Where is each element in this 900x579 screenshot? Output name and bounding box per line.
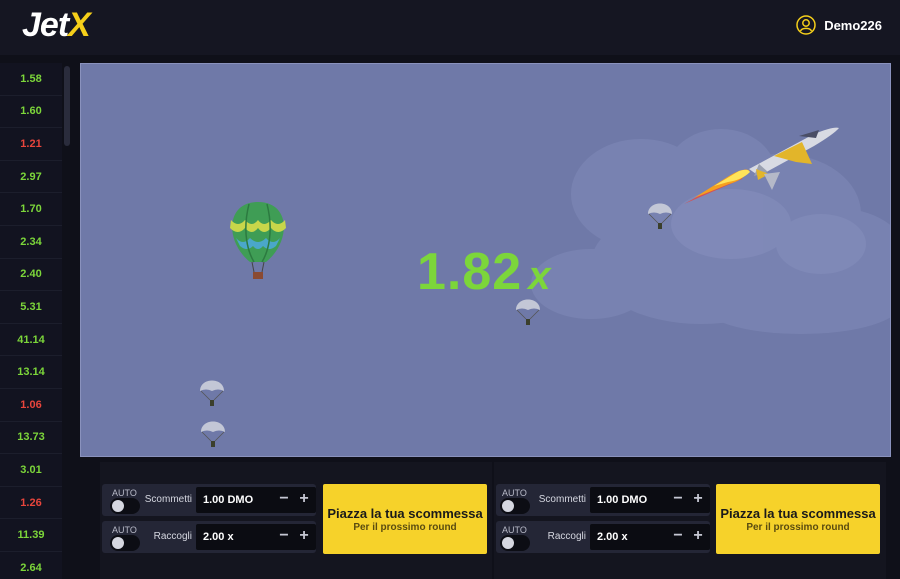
multiplier-value: 1.82 bbox=[417, 243, 523, 301]
parachute-icon bbox=[516, 299, 540, 325]
cashout-value: 2.00 x bbox=[203, 531, 234, 543]
place-bet-button[interactable]: Piazza la tua scommessa Per il prossimo … bbox=[716, 484, 880, 554]
bet-amount-value: 1.00 DMO bbox=[597, 494, 648, 506]
place-bet-label: Piazza la tua scommessa bbox=[327, 506, 483, 521]
history-item: 13.14 bbox=[0, 356, 62, 389]
auto-bet-label: AUTO bbox=[502, 488, 527, 498]
cashout-input[interactable]: 2.00 x − + bbox=[196, 524, 316, 550]
place-bet-button[interactable]: Piazza la tua scommessa Per il prossimo … bbox=[323, 484, 487, 554]
toggle-knob bbox=[112, 500, 124, 512]
logo-accent: X bbox=[68, 6, 91, 44]
game-stage: 1.82 x bbox=[80, 63, 891, 457]
history-item: 13.73 bbox=[0, 421, 62, 455]
bet-decrease-button[interactable]: − bbox=[670, 491, 686, 507]
cashout-increase-button[interactable]: + bbox=[690, 528, 706, 544]
bet-amount-value: 1.00 DMO bbox=[203, 494, 254, 506]
history-item: 1.21 bbox=[0, 128, 62, 161]
bet-increase-button[interactable]: + bbox=[296, 491, 312, 507]
header: JetX Demo226 bbox=[0, 0, 900, 55]
current-multiplier: 1.82 x bbox=[417, 242, 551, 302]
bet-label: Scommetti bbox=[538, 494, 586, 505]
bet-decrease-button[interactable]: − bbox=[276, 491, 292, 507]
cashout-row: AUTO Raccogli 2.00 x − + bbox=[102, 521, 316, 553]
history-item: 1.58 bbox=[0, 63, 62, 96]
bet-panel-1: AUTO Scommetti 1.00 DMO − + AUTO Raccogl… bbox=[100, 462, 492, 579]
history-item: 1.60 bbox=[0, 95, 62, 129]
cashout-row: AUTO Raccogli 2.00 x − + bbox=[496, 521, 710, 553]
parachute-icon bbox=[200, 380, 224, 406]
cashout-decrease-button[interactable]: − bbox=[276, 528, 292, 544]
cashout-label: Raccogli bbox=[547, 531, 586, 542]
cashout-label: Raccogli bbox=[153, 531, 192, 542]
logo-main: Jet bbox=[22, 6, 69, 44]
user-account[interactable]: Demo226 bbox=[796, 15, 882, 35]
history-item: 1.06 bbox=[0, 388, 62, 422]
toggle-knob bbox=[112, 537, 124, 549]
history-item: 5.31 bbox=[0, 291, 62, 324]
bet-amount-input[interactable]: 1.00 DMO − + bbox=[196, 487, 316, 513]
bet-panel-2: AUTO Scommetti 1.00 DMO − + AUTO Raccogl… bbox=[494, 462, 886, 579]
history-item: 1.26 bbox=[0, 486, 62, 520]
history-item: 2.34 bbox=[0, 225, 62, 259]
bet-increase-button[interactable]: + bbox=[690, 491, 706, 507]
multiplier-suffix: x bbox=[528, 254, 552, 298]
bet-amount-row: AUTO Scommetti 1.00 DMO − + bbox=[102, 484, 316, 516]
cashout-increase-button[interactable]: + bbox=[296, 528, 312, 544]
history-item: 2.97 bbox=[0, 160, 62, 194]
history-item: 41.14 bbox=[0, 323, 62, 357]
history-scrollbar[interactable] bbox=[64, 66, 70, 146]
history-item: 1.70 bbox=[0, 193, 62, 226]
parachute-icon bbox=[201, 421, 225, 447]
hot-air-balloon-icon bbox=[230, 202, 286, 279]
auto-cashout-label: AUTO bbox=[502, 525, 527, 535]
toggle-knob bbox=[502, 537, 514, 549]
bet-label: Scommetti bbox=[144, 494, 192, 505]
history-item: 2.40 bbox=[0, 258, 62, 292]
cashout-input[interactable]: 2.00 x − + bbox=[590, 524, 710, 550]
username: Demo226 bbox=[824, 17, 882, 33]
history-item: 2.64 bbox=[0, 551, 62, 579]
history-item: 3.01 bbox=[0, 454, 62, 487]
place-bet-sublabel: Per il prossimo round bbox=[353, 522, 457, 533]
multiplier-history: 1.58 1.60 1.21 2.97 1.70 2.34 2.40 5.31 41.14 13.… bbox=[0, 63, 62, 579]
place-bet-label: Piazza la tua scommessa bbox=[720, 506, 876, 521]
user-icon bbox=[796, 15, 816, 35]
history-item: 11.39 bbox=[0, 519, 62, 552]
cashout-value: 2.00 x bbox=[597, 531, 628, 543]
cashout-decrease-button[interactable]: − bbox=[670, 528, 686, 544]
bet-amount-row: AUTO Scommetti 1.00 DMO − + bbox=[496, 484, 710, 516]
jetx-logo: JetX bbox=[22, 6, 91, 45]
bet-amount-input[interactable]: 1.00 DMO − + bbox=[590, 487, 710, 513]
place-bet-sublabel: Per il prossimo round bbox=[746, 522, 850, 533]
toggle-knob bbox=[502, 500, 514, 512]
